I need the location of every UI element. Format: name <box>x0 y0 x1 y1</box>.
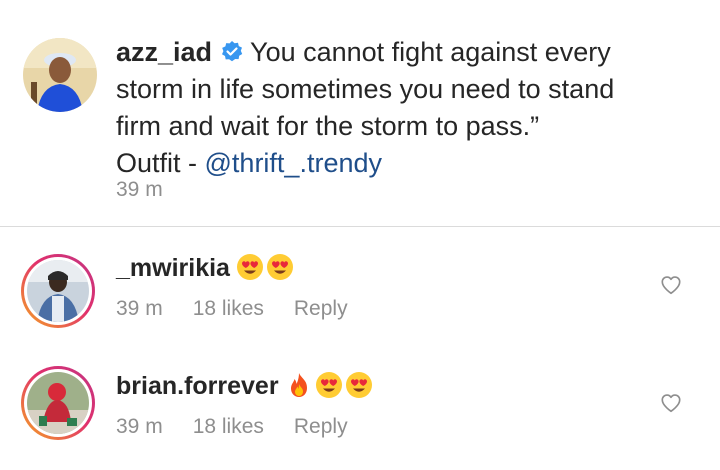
divider <box>0 226 720 227</box>
reply-button[interactable]: Reply <box>294 297 348 320</box>
caption-username[interactable]: azz_iad <box>116 37 212 67</box>
heart-eyes-emoji-icon <box>266 254 293 280</box>
caption-text: azz_iad You cannot fight against every st… <box>116 34 696 182</box>
comment-item: brian.forrever 39 m 18 likes Reply <box>0 358 720 468</box>
heart-eyes-emoji-icon <box>315 372 342 398</box>
comment-meta: 39 m 18 likes Reply <box>116 297 378 321</box>
comment-likes[interactable]: 18 likes <box>193 297 264 320</box>
caption-meta: 39 m <box>116 178 193 202</box>
avatar[interactable] <box>23 38 97 112</box>
comment-text: brian.forrever <box>116 371 375 401</box>
reply-button[interactable]: Reply <box>294 415 348 438</box>
avatar-image <box>27 260 89 322</box>
caption-line-2: storm in life sometimes you need to stan… <box>116 74 615 104</box>
comment-likes[interactable]: 18 likes <box>193 415 264 438</box>
caption-outfit-prefix: Outfit - <box>116 148 205 178</box>
avatar-image <box>27 372 89 434</box>
like-heart-icon[interactable] <box>660 392 682 414</box>
post-caption: azz_iad You cannot fight against every st… <box>0 0 720 226</box>
avatar[interactable] <box>21 254 95 328</box>
comment-meta: 39 m 18 likes Reply <box>116 415 378 439</box>
avatar[interactable] <box>21 366 95 440</box>
caption-timestamp: 39 m <box>116 178 163 201</box>
fire-emoji-icon <box>290 373 307 397</box>
comment-text: _mwirikia <box>116 253 296 283</box>
heart-eyes-emoji-icon <box>236 254 263 280</box>
mention-link[interactable]: @thrift_.trendy <box>205 148 382 178</box>
comment-item: _mwirikia 39 m 18 likes Reply <box>0 240 720 350</box>
avatar-image <box>23 38 97 112</box>
comment-timestamp: 39 m <box>116 415 163 438</box>
heart-eyes-emoji-icon <box>345 372 372 398</box>
comment-username[interactable]: brian.forrever <box>116 372 279 400</box>
caption-line-3: firm and wait for the storm to pass.” <box>116 111 540 141</box>
comment-timestamp: 39 m <box>116 297 163 320</box>
comment-username[interactable]: _mwirikia <box>116 254 230 282</box>
verified-badge-icon <box>222 41 243 62</box>
like-heart-icon[interactable] <box>660 274 682 296</box>
caption-line-1: You cannot fight against every <box>250 37 611 67</box>
